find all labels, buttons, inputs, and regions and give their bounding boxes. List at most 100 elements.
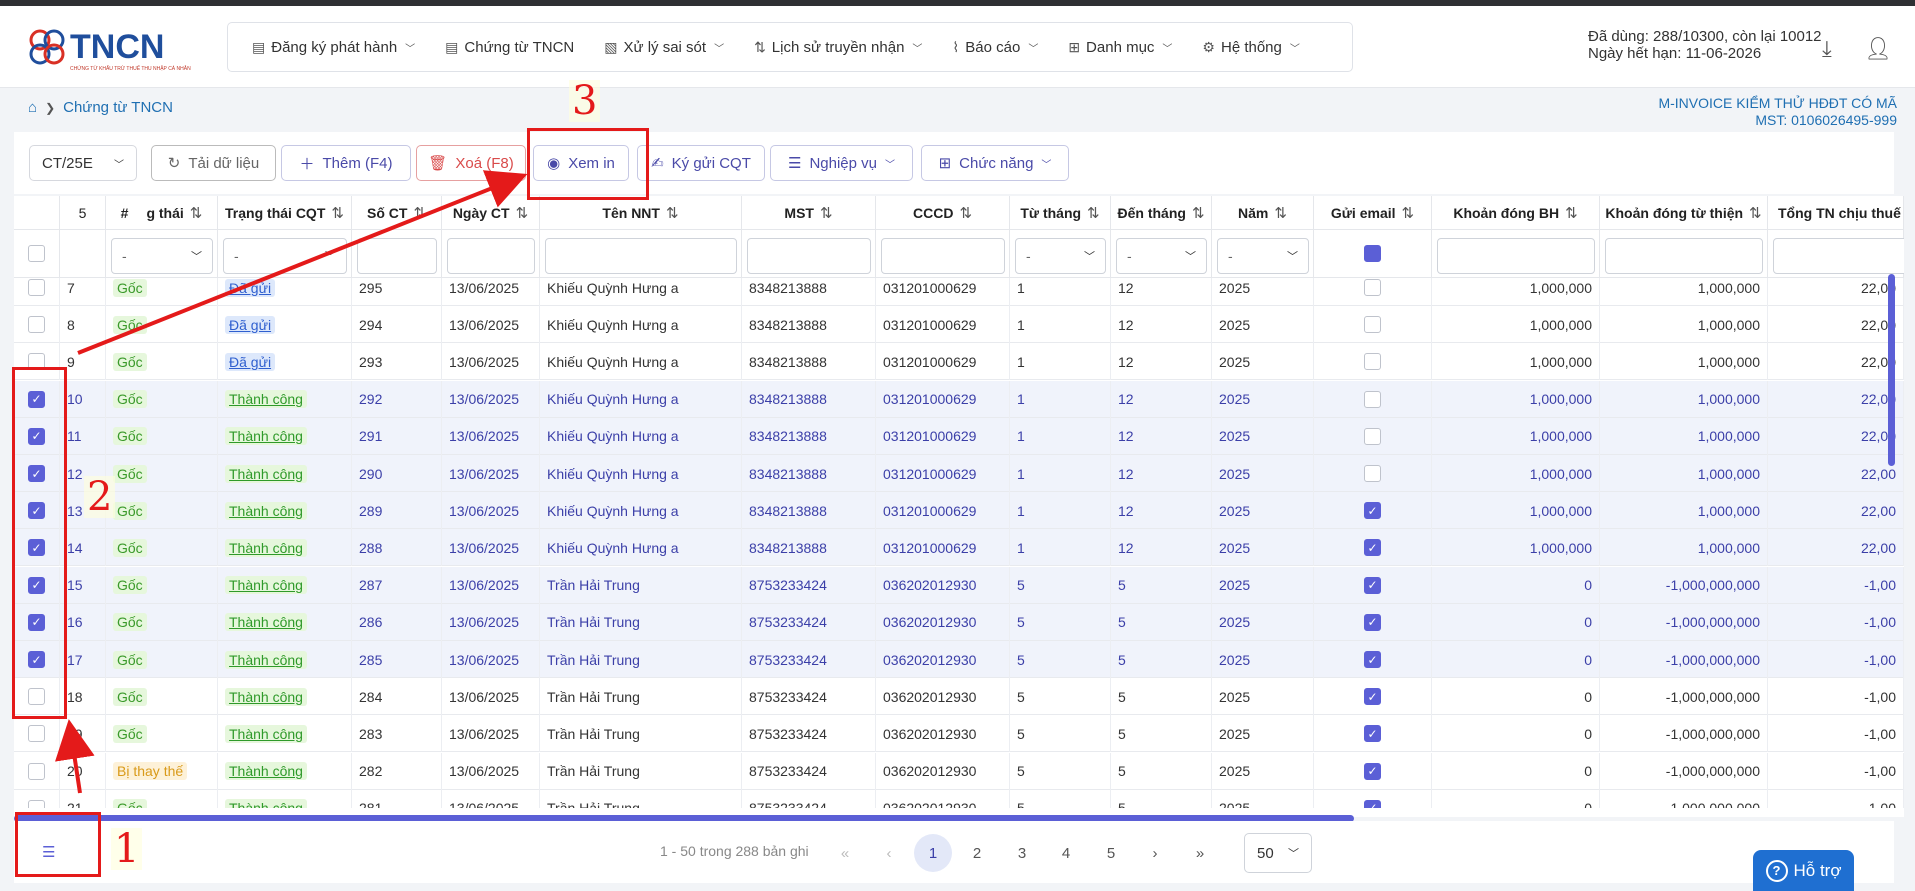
cqt-status-badge[interactable]: Thành công: [225, 576, 307, 595]
next-page-button[interactable]: ›: [1136, 834, 1174, 872]
mst-filter[interactable]: [747, 238, 871, 274]
delete-button[interactable]: 🗑︎ Xoá (F8): [416, 145, 526, 181]
table-row[interactable]: 21 Gốc Thành công 28113/06/2025Trần Hải Tru…: [14, 789, 1904, 808]
den-thang-filter[interactable]: - ﹀: [1116, 238, 1207, 274]
nav-dang-ky-phat-hanh[interactable]: ▤ Đăng ký phát hành ﹀: [252, 39, 415, 56]
cqt-status-badge[interactable]: Thành công: [225, 464, 307, 483]
tu-thien-filter[interactable]: [1605, 238, 1763, 274]
page-size-select[interactable]: 50 ﹀: [1244, 833, 1312, 873]
sort-icon[interactable]: ⇅: [1749, 204, 1762, 222]
last-page-button[interactable]: »: [1181, 834, 1219, 872]
header-khoan-dong-tu-thien[interactable]: Khoản đóng từ thiện ⇅: [1600, 196, 1768, 230]
sort-icon[interactable]: ⇅: [959, 204, 972, 222]
cqt-status-badge[interactable]: Thành công: [225, 613, 307, 632]
nav-he-thong[interactable]: ⚙ Hệ thống ﹀: [1202, 39, 1299, 56]
support-button[interactable]: ? Hỗ trợ: [1753, 850, 1854, 891]
row-select-checkbox[interactable]: [28, 799, 45, 808]
status-filter[interactable]: - ﹀: [111, 238, 213, 274]
cqt-status-badge[interactable]: Đã gửi: [225, 278, 276, 297]
table-row[interactable]: ✓ 13 Gốc Thành công 289 13/06/2025 Khiếu Quỳnh…: [14, 492, 1904, 530]
cqt-status-badge[interactable]: Thành công: [225, 687, 307, 706]
row-select-checkbox[interactable]: [28, 725, 45, 743]
cqt-status-filter[interactable]: - ﹀: [223, 238, 347, 274]
table-row[interactable]: 19 Gốc Thành công 283 13/06/2025 Trần Hải Tru…: [14, 715, 1904, 753]
nav-danh-muc[interactable]: ⊞ Danh mục ﹀: [1068, 39, 1172, 56]
cqt-status-badge[interactable]: Thành công: [225, 799, 307, 808]
page-button[interactable]: 1: [914, 834, 952, 872]
business-menu-button[interactable]: ☰ Nghiệp vụ ﹀: [770, 145, 913, 181]
page-button[interactable]: 2: [958, 834, 996, 872]
table-row[interactable]: ✓ 16 Gốc Thành công 286 13/06/2025 Trần Hải Tr…: [14, 603, 1904, 641]
add-button[interactable]: ＋ Thêm (F4): [281, 145, 411, 181]
reload-button[interactable]: ↻ Tải dữ liệu: [151, 145, 276, 181]
so-ct-filter[interactable]: [357, 238, 437, 274]
cqt-status-badge[interactable]: Thành công: [225, 762, 307, 781]
sort-icon[interactable]: ⇅: [820, 204, 833, 222]
header-cqt-status[interactable]: Trạng thái CQT ⇅: [218, 196, 352, 230]
page-button[interactable]: 5: [1092, 834, 1130, 872]
cqt-status-badge[interactable]: Thành công: [225, 538, 307, 557]
cqt-status-badge[interactable]: Thành công: [225, 501, 307, 520]
cqt-status-badge[interactable]: Thành công: [225, 390, 307, 409]
header-so-ct[interactable]: Số CT ⇅: [352, 196, 442, 230]
cqt-status-badge[interactable]: Đã gửi: [225, 352, 276, 371]
tu-thang-filter[interactable]: - ﹀: [1015, 238, 1106, 274]
ten-nnt-filter[interactable]: [545, 238, 737, 274]
sort-icon[interactable]: ⇅: [413, 204, 426, 222]
table-row[interactable]: ✓ 15 Gốc Thành công 287 13/06/2025 Trần Hải Tr…: [14, 566, 1904, 604]
table-row[interactable]: 9 Gốc Đã gửi 293 13/06/2025 Khiếu Quỳnh Hưng …: [14, 343, 1904, 381]
bh-filter[interactable]: [1437, 238, 1595, 274]
logo[interactable]: TNCN CHỨNG TỪ KHẤU TRỪ THUẾ THU NHẬP CÁ …: [26, 26, 191, 72]
sort-icon[interactable]: ⇅: [1565, 204, 1578, 222]
nav-chung-tu-tncn[interactable]: ▤ Chứng từ TNCN: [445, 39, 574, 56]
select-all-checkbox[interactable]: [28, 245, 45, 262]
vertical-scrollbar[interactable]: [1888, 274, 1895, 466]
nav-lich-su-truyen-nhan[interactable]: ⇅ Lịch sử truyền nhận ﹀: [754, 39, 922, 56]
sort-icon[interactable]: ⇅: [1274, 204, 1287, 222]
table-row[interactable]: ✓ 14 Gốc Thành công 288 13/06/2025 Khiếu Quỳnh…: [14, 529, 1904, 567]
header-tong-tn[interactable]: Tổng TN chịu thuế: [1768, 196, 1904, 230]
table-row[interactable]: 18 Gốc Thành công 284 13/06/2025 Trần Hải Tru…: [14, 678, 1904, 716]
row-select-checkbox[interactable]: [28, 762, 45, 780]
first-page-button[interactable]: «: [826, 834, 864, 872]
row-select-checkbox[interactable]: [28, 279, 45, 296]
cqt-status-badge[interactable]: Đã gửi: [225, 315, 276, 334]
sort-icon[interactable]: ⇅: [516, 204, 529, 222]
cccd-filter[interactable]: [881, 238, 1005, 274]
table-row[interactable]: ✓ 10 Gốc Thành công 292 13/06/2025 Khiếu Quỳnh…: [14, 380, 1904, 418]
header-tu-thang[interactable]: Từ tháng ⇅: [1010, 196, 1111, 230]
sort-icon[interactable]: ⇅: [190, 204, 203, 222]
table-row[interactable]: ✓ 17 Gốc Thành công 285 13/06/2025 Trần Hải Tr…: [14, 641, 1904, 678]
sort-icon[interactable]: ⇅: [1087, 204, 1100, 222]
cqt-status-badge[interactable]: Thành công: [225, 650, 307, 669]
sort-icon[interactable]: ⇅: [666, 204, 679, 222]
nav-bao-cao[interactable]: ⌇ Báo cáo ﹀: [952, 39, 1038, 56]
template-select[interactable]: CT/25E ﹀: [29, 145, 137, 181]
download-icon[interactable]: ⤓: [1822, 36, 1832, 62]
breadcrumb-current[interactable]: Chứng từ TNCN: [63, 99, 173, 116]
sign-send-button[interactable]: ✍︎ Ký gửi CQT: [637, 145, 765, 181]
header-khoan-dong-bh[interactable]: Khoản đóng BH ⇅: [1432, 196, 1600, 230]
nam-filter[interactable]: - ﹀: [1217, 238, 1309, 274]
table-row[interactable]: 7 Gốc Đã gửi 295 13/06/2025 Khiếu Quỳnh Hưng …: [14, 278, 1904, 306]
header-ngay-ct[interactable]: Ngày CT ⇅: [442, 196, 540, 230]
table-row[interactable]: ✓ 11 Gốc Thành công 291 13/06/2025 Khiếu Quỳnh…: [14, 417, 1904, 455]
tong-tn-filter[interactable]: [1773, 238, 1904, 274]
cqt-status-badge[interactable]: Thành công: [225, 724, 307, 743]
table-row[interactable]: 20 Bị thay thế Thành công 282 13/06/2025 Trần…: [14, 752, 1904, 790]
header-ten-nnt[interactable]: Tên NNT ⇅: [540, 196, 742, 230]
header-nam[interactable]: Năm ⇅: [1212, 196, 1314, 230]
email-filter-checkbox[interactable]: [1364, 245, 1381, 262]
nav-xu-ly-sai-sot[interactable]: ▧ Xử lý sai sót ﹀: [604, 39, 724, 56]
ngay-ct-filter[interactable]: [447, 238, 535, 274]
page-button[interactable]: 3: [1003, 834, 1041, 872]
header-den-thang[interactable]: Đến tháng ⇅: [1111, 196, 1212, 230]
header-mst[interactable]: MST ⇅: [742, 196, 876, 230]
sort-icon[interactable]: ⇅: [1402, 204, 1415, 222]
user-icon[interactable]: 👤︎: [1864, 36, 1892, 62]
table-row[interactable]: 8 Gốc Đã gửi 294 13/06/2025 Khiếu Quỳnh Hưng …: [14, 306, 1904, 344]
home-icon[interactable]: ⌂: [28, 99, 37, 116]
prev-page-button[interactable]: ‹: [870, 834, 908, 872]
header-gui-email[interactable]: Gửi email ⇅: [1314, 196, 1432, 230]
table-row[interactable]: ✓ 12 Gốc Thành công 290 13/06/2025 Khiếu Quỳnh…: [14, 455, 1904, 492]
